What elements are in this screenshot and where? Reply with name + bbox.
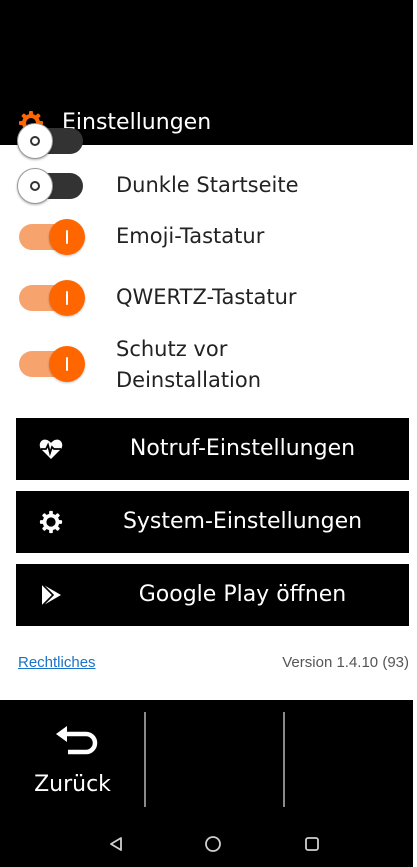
uninstall-protection-toggle[interactable] (19, 346, 85, 382)
dark-homescreen-label: Dunkle Startseite (116, 173, 299, 197)
heart-pulse-icon (36, 418, 66, 480)
play-store-icon (36, 564, 66, 626)
bottom-navigation: Zurück (0, 700, 413, 867)
nav-divider (283, 712, 285, 807)
google-play-label: Google Play öffnen (138, 582, 347, 607)
uninstall-protection-label: Schutz vor (116, 337, 228, 361)
emergency-settings-label: Notruf-Einstellungen (129, 436, 356, 461)
triangle-back-icon (110, 837, 122, 851)
nav-divider (144, 712, 146, 807)
google-play-button[interactable]: Google Play öffnen (16, 564, 409, 626)
toggle-knob (49, 346, 85, 382)
system-recents-button[interactable] (292, 828, 332, 860)
system-settings-label: System-Einstellungen (122, 509, 363, 534)
toggle-knob (49, 219, 85, 255)
system-back-button[interactable] (96, 828, 136, 860)
emoji-keyboard-label: Emoji-Tastatur (116, 224, 265, 248)
square-recents-icon (305, 837, 319, 851)
circle-home-icon (205, 836, 221, 852)
dark-homescreen-toggle[interactable] (17, 168, 83, 204)
status-bar (0, 0, 413, 100)
settings-list: Dunkle Startseite Emoji-Tastatur QWERTZ-… (0, 123, 413, 700)
app-screen: Einstellungen Dunkle Startseite Emoji-Ta… (0, 0, 413, 867)
qwertz-keyboard-toggle[interactable] (19, 280, 85, 316)
emoji-keyboard-toggle[interactable] (19, 219, 85, 255)
back-button[interactable]: Zurück (0, 700, 145, 823)
back-label: Zurück (34, 772, 111, 797)
uninstall-protection-label-line2: Deinstallation (116, 368, 262, 392)
screen-edge (413, 0, 417, 867)
system-settings-button[interactable]: System-Einstellungen (16, 491, 409, 553)
toggle-knob (49, 280, 85, 316)
qwertz-keyboard-label: QWERTZ-Tastatur (116, 285, 297, 309)
system-home-button[interactable] (193, 828, 233, 860)
gear-icon (36, 491, 66, 553)
page-title: Einstellungen (62, 110, 212, 135)
toggle-knob (17, 168, 53, 204)
version-text: Version 1.4.10 (93) (282, 654, 409, 671)
scrolled-toggle[interactable] (17, 123, 83, 159)
emergency-settings-button[interactable]: Notruf-Einstellungen (16, 418, 409, 480)
back-arrow-icon (52, 726, 98, 758)
legal-link[interactable]: Rechtliches (18, 654, 96, 671)
